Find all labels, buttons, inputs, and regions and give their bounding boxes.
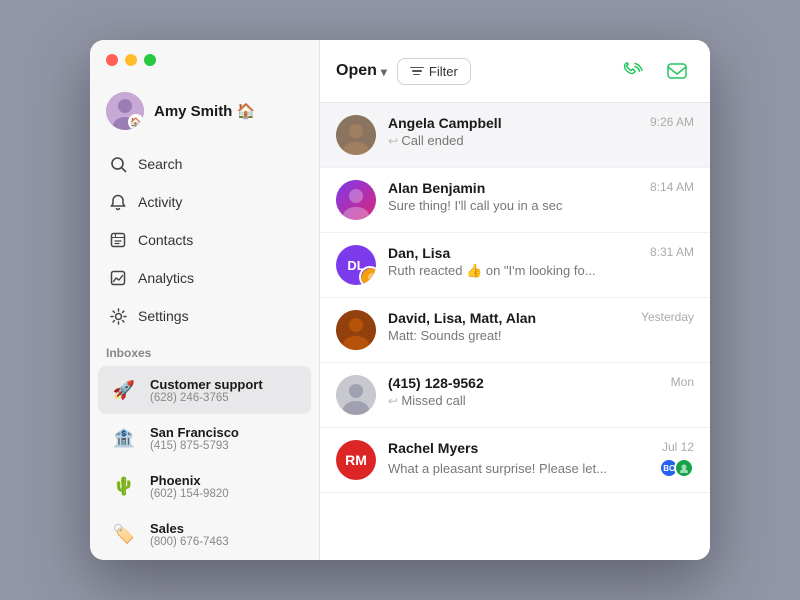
conversation-item-rachel[interactable]: RM Rachel Myers Jul 12 What a pleasant s… xyxy=(320,428,710,493)
san-francisco-icon: 🏦 xyxy=(108,422,140,454)
conv-preview: ↩ Missed call xyxy=(388,393,668,408)
conversation-item-phone[interactable]: (415) 128-9562 Mon ↩ Missed call xyxy=(320,363,710,428)
conversation-item-david-group[interactable]: David, Lisa, Matt, Alan Yesterday Matt: … xyxy=(320,298,710,363)
maximize-button[interactable] xyxy=(144,54,156,66)
open-label: Open xyxy=(336,62,377,80)
contacts-icon xyxy=(108,230,128,250)
main-panel: Open ▾ Filter xyxy=(320,40,710,560)
inbox-number: (602) 154-9820 xyxy=(150,488,229,500)
conv-name: Rachel Myers xyxy=(388,440,478,456)
filter-icon xyxy=(410,67,424,76)
badge-green xyxy=(674,458,694,478)
conv-name: (415) 128-9562 xyxy=(388,375,484,391)
filter-label: Filter xyxy=(429,64,458,79)
inbox-number: (800) 676-7463 xyxy=(150,536,229,548)
search-icon xyxy=(108,154,128,174)
customer-support-icon: 🚀 xyxy=(108,374,140,406)
contacts-label: Contacts xyxy=(138,232,193,248)
user-name: Amy Smith 🏠 xyxy=(154,102,255,120)
conv-time: 8:31 AM xyxy=(650,245,694,259)
sales-icon: 🏷️ xyxy=(108,518,140,550)
settings-label: Settings xyxy=(138,308,189,324)
inbox-name: Phoenix xyxy=(150,473,229,488)
call-button[interactable] xyxy=(616,54,650,88)
activity-label: Activity xyxy=(138,194,182,210)
conversation-item-angela[interactable]: Angela Campbell 9:26 AM ↩ Call ended xyxy=(320,103,710,168)
user-badge: 🏠 xyxy=(128,114,144,130)
inbox-item-phoenix[interactable]: 🌵 Phoenix (602) 154-9820 xyxy=(98,462,311,510)
sidebar: 🏠 Amy Smith 🏠 Search xyxy=(90,40,320,560)
search-label: Search xyxy=(138,156,182,172)
conversation-list: Angela Campbell 9:26 AM ↩ Call ended xyxy=(320,103,710,560)
app-window: 🏠 Amy Smith 🏠 Search xyxy=(90,40,710,560)
conv-time: Jul 12 xyxy=(662,440,694,454)
conv-preview: Ruth reacted 👍 on "I'm looking fo... xyxy=(388,263,668,279)
conv-name: Angela Campbell xyxy=(388,115,502,131)
sidebar-item-search[interactable]: Search xyxy=(98,146,311,182)
conv-time: 9:26 AM xyxy=(650,115,694,129)
analytics-icon xyxy=(108,268,128,288)
sidebar-item-analytics[interactable]: Analytics xyxy=(98,260,311,296)
minimize-button[interactable] xyxy=(125,54,137,66)
avatar-phone xyxy=(336,375,376,415)
bell-icon xyxy=(108,192,128,212)
conv-preview: Sure thing! I'll call you in a sec xyxy=(388,198,668,213)
inbox-name: San Francisco xyxy=(150,425,239,440)
phoenix-icon: 🌵 xyxy=(108,470,140,502)
conversation-item-alan[interactable]: Alan Benjamin 8:14 AM Sure thing! I'll c… xyxy=(320,168,710,233)
conv-name: Dan, Lisa xyxy=(388,245,450,261)
analytics-label: Analytics xyxy=(138,270,194,286)
conv-name: Alan Benjamin xyxy=(388,180,485,196)
avatar-alan xyxy=(336,180,376,220)
filter-button[interactable]: Filter xyxy=(397,58,471,85)
participant-badges: BC xyxy=(659,458,694,478)
sidebar-item-activity[interactable]: Activity xyxy=(98,184,311,220)
avatar-dan-lisa: DL xyxy=(336,245,376,285)
close-button[interactable] xyxy=(106,54,118,66)
inbox-name: Customer support xyxy=(150,377,263,392)
inbox-item-customer-support[interactable]: 🚀 Customer support (628) 246-3765 xyxy=(98,366,311,414)
conv-preview: What a pleasant surprise! Please let... xyxy=(388,461,607,476)
inboxes-section-label: Inboxes xyxy=(90,334,319,366)
titlebar xyxy=(106,54,156,66)
conv-preview: ↩ Call ended xyxy=(388,133,668,148)
conv-name: David, Lisa, Matt, Alan xyxy=(388,310,536,326)
conversation-item-dan-lisa[interactable]: DL Dan, Lisa 8:31 AM R xyxy=(320,233,710,298)
conv-preview: Matt: Sounds great! xyxy=(388,328,668,343)
team-section: Your team xyxy=(90,558,319,560)
sidebar-item-settings[interactable]: Settings xyxy=(98,298,311,334)
sidebar-nav: Search Activity xyxy=(90,146,319,334)
inbox-number: (628) 246-3765 xyxy=(150,392,263,404)
inbox-item-sales[interactable]: 🏷️ Sales (800) 676-7463 xyxy=(98,510,311,558)
open-dropdown-button[interactable]: Open ▾ xyxy=(336,62,387,80)
user-profile[interactable]: 🏠 Amy Smith 🏠 xyxy=(90,84,319,146)
compose-button[interactable] xyxy=(660,54,694,88)
inbox-item-san-francisco[interactable]: 🏦 San Francisco (415) 875-5793 xyxy=(98,414,311,462)
main-header: Open ▾ Filter xyxy=(320,40,710,103)
gear-icon xyxy=(108,306,128,326)
avatar-david-group xyxy=(336,310,376,350)
sidebar-item-contacts[interactable]: Contacts xyxy=(98,222,311,258)
inbox-number: (415) 875-5793 xyxy=(150,440,239,452)
avatar-rachel: RM xyxy=(336,440,376,480)
conv-time: Mon xyxy=(671,375,694,389)
conv-time: 8:14 AM xyxy=(650,180,694,194)
conv-time: Yesterday xyxy=(641,310,694,324)
avatar-angela xyxy=(336,115,376,155)
inbox-name: Sales xyxy=(150,521,229,536)
chevron-down-icon: ▾ xyxy=(381,65,387,79)
